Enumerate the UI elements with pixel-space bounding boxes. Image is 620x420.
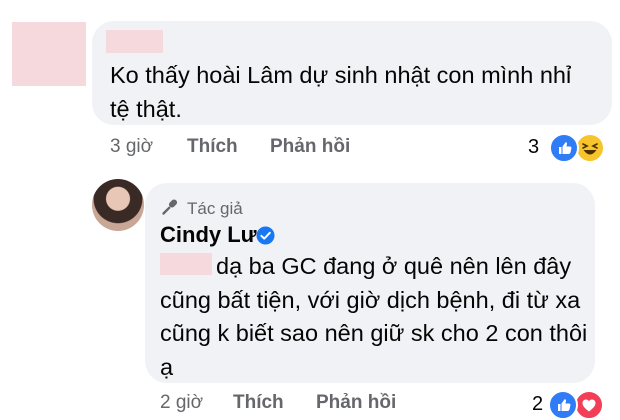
reply-button[interactable]: Phản hồi [270, 136, 350, 158]
redacted-avatar[interactable] [12, 22, 86, 86]
like-button[interactable]: Thích [233, 392, 284, 414]
reaction-count[interactable]: 2 [532, 393, 543, 416]
reply-timestamp[interactable]: 2 giờ [160, 392, 203, 414]
comment-text: Ko thấy hoài Lâm dự sinh nhật con mình n… [110, 62, 572, 122]
like-button[interactable]: Thích [187, 136, 238, 158]
author-avatar[interactable] [92, 179, 144, 231]
verified-icon [256, 226, 275, 245]
reply-text: dạ ba GC đang ở quê nên lên đây cũng bất… [160, 253, 588, 380]
haha-icon[interactable] [575, 133, 605, 163]
like-icon[interactable] [549, 133, 579, 163]
love-icon[interactable] [574, 390, 604, 420]
author-badge: Tác giả [187, 199, 243, 218]
redacted-commenter-name[interactable] [106, 30, 163, 53]
comment-timestamp[interactable]: 3 giờ [110, 136, 153, 158]
microphone-icon [160, 197, 180, 217]
reply-button[interactable]: Phản hồi [316, 392, 396, 414]
reaction-count[interactable]: 3 [528, 136, 539, 159]
author-name[interactable]: Cindy Lư [160, 222, 257, 248]
like-icon[interactable] [548, 390, 578, 420]
